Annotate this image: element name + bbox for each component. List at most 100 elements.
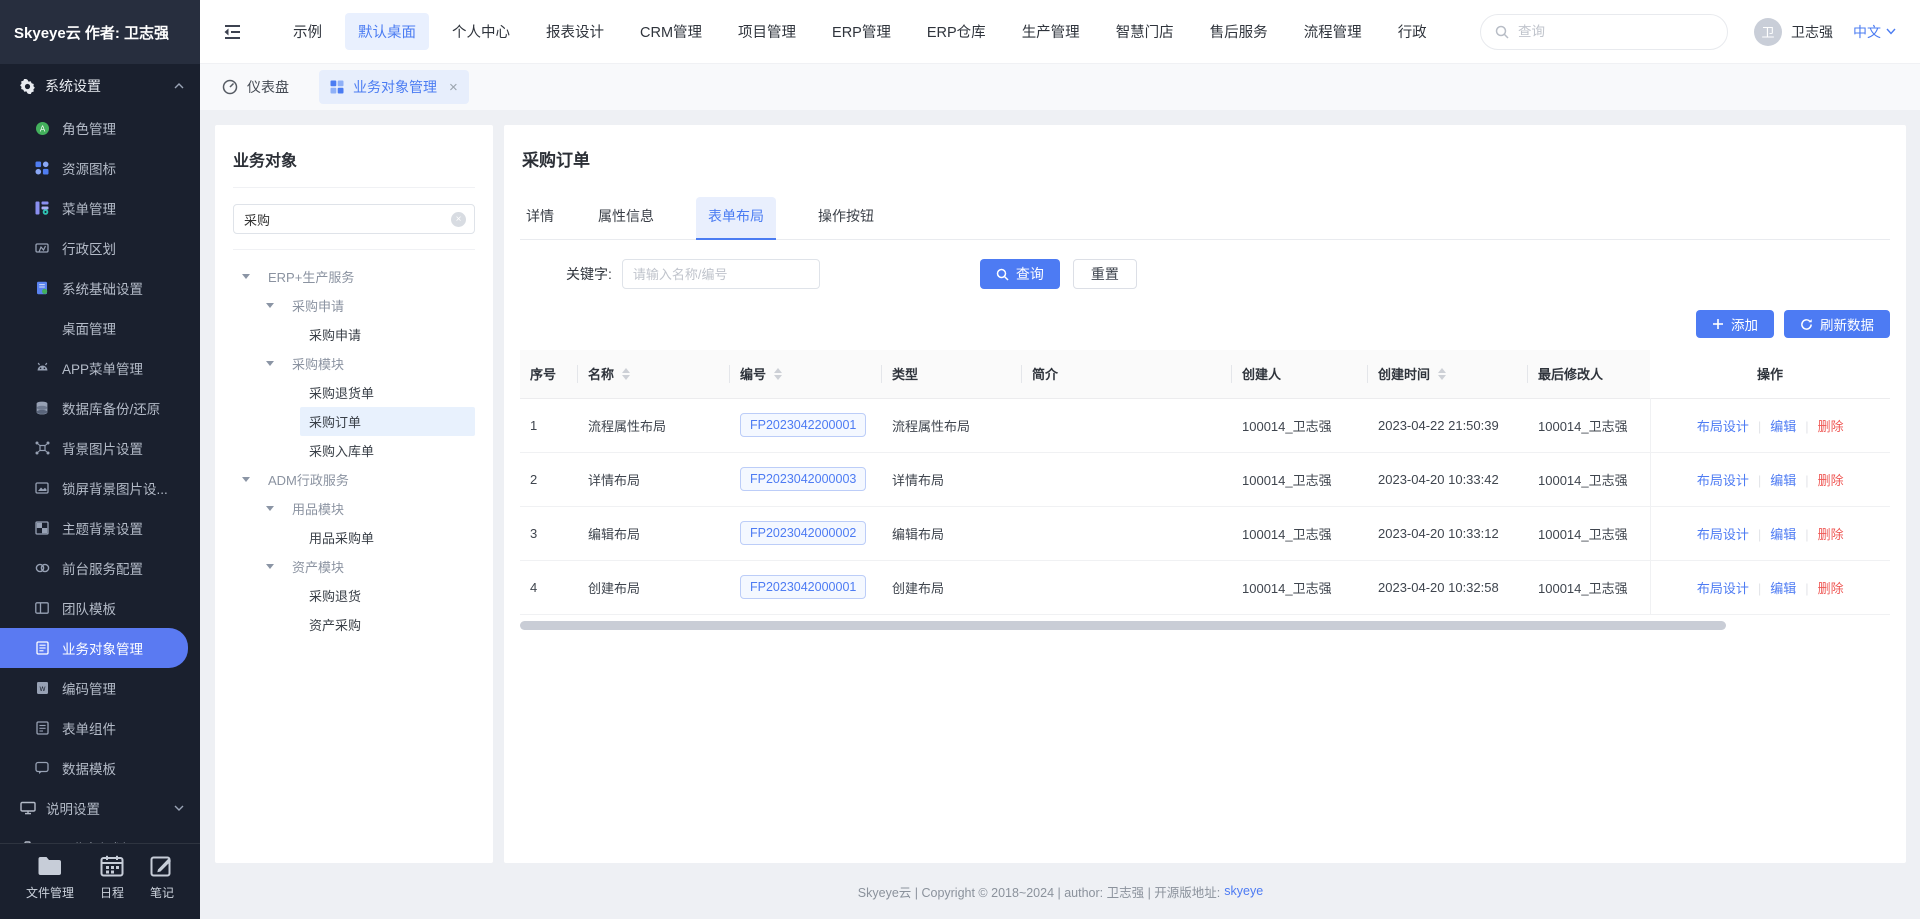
nav-item-crm[interactable]: CRM管理 <box>627 13 715 50</box>
nav-item-personal-center[interactable]: 个人中心 <box>439 13 523 50</box>
sidebar-item-data-template[interactable]: 数据模板 <box>0 748 200 788</box>
tree-node[interactable]: 采购退货 <box>233 581 475 610</box>
nav-item-erp-warehouse[interactable]: ERP仓库 <box>914 13 999 50</box>
search-button[interactable]: 查询 <box>980 259 1060 289</box>
nav-item-administration[interactable]: 行政 <box>1385 13 1440 50</box>
caret-down-icon[interactable] <box>266 361 274 366</box>
sidebar-item-resource-icons[interactable]: 资源图标 <box>0 148 200 188</box>
tree-node[interactable]: ADM行政服务 <box>233 465 475 494</box>
page-content: 业务对象 × ERP+生产服务 采购申请 采购申请 采购模块 采购退货单 采购订… <box>200 110 1920 919</box>
sidebar-item-role-manage[interactable]: A 角色管理 <box>0 108 200 148</box>
sidebar-item-db-backup[interactable]: 数据库备份/还原 <box>0 388 200 428</box>
tree-node[interactable]: 资产采购 <box>233 610 475 639</box>
nav-item-workflow[interactable]: 流程管理 <box>1291 13 1375 50</box>
delete-link[interactable]: 删除 <box>1818 581 1844 596</box>
nav-item-example[interactable]: 示例 <box>280 13 335 50</box>
col-code[interactable]: 编号 <box>730 350 882 398</box>
nav-item-erp[interactable]: ERP管理 <box>819 13 904 50</box>
language-switcher[interactable]: 中文 <box>1853 22 1896 42</box>
tab-business-object-manage[interactable]: 业务对象管理 × <box>319 70 469 104</box>
tab-form-layout[interactable]: 表单布局 <box>696 197 776 239</box>
sidebar-item-code-manage[interactable]: w 编码管理 <box>0 668 200 708</box>
nav-item-after-sales[interactable]: 售后服务 <box>1197 13 1281 50</box>
nav-item-smart-store[interactable]: 智慧门店 <box>1103 13 1187 50</box>
sidebar-group-project-business-plan[interactable]: 项目业务规划 <box>0 828 200 843</box>
nav-item-project[interactable]: 项目管理 <box>725 13 809 50</box>
tree-node[interactable]: 用品模块 <box>233 494 475 523</box>
add-button[interactable]: 添加 <box>1696 310 1774 338</box>
sidebar-item-lockscreen-image[interactable]: 锁屏背景图片设... <box>0 468 200 508</box>
edit-link[interactable]: 编辑 <box>1770 419 1796 434</box>
delete-link[interactable]: 删除 <box>1818 473 1844 488</box>
nav-item-default-desktop[interactable]: 默认桌面 <box>345 13 429 50</box>
tree-node[interactable]: 采购模块 <box>233 349 475 378</box>
sidebar-item-frontend-config[interactable]: 前台服务配置 <box>0 548 200 588</box>
tab-dashboard[interactable]: 仪表盘 <box>222 77 289 97</box>
col-actions: 操作 <box>1650 350 1890 398</box>
reset-button[interactable]: 重置 <box>1073 259 1137 289</box>
nav-item-report-design[interactable]: 报表设计 <box>533 13 617 50</box>
sidebar-item-system-base-settings[interactable]: 系统基础设置 <box>0 268 200 308</box>
sidebar-item-menu-manage[interactable]: 菜单管理 <box>0 188 200 228</box>
sidebar-group-description-settings[interactable]: 说明设置 <box>0 788 200 828</box>
layout-design-link[interactable]: 布局设计 <box>1697 473 1749 488</box>
sort-icon[interactable] <box>622 368 630 380</box>
tree-node[interactable]: 采购退货单 <box>233 378 475 407</box>
clear-search-icon[interactable]: × <box>451 212 466 227</box>
scrollbar-thumb[interactable] <box>520 621 1726 630</box>
dashboard-icon <box>222 79 238 95</box>
dock-item-file-manage[interactable]: 文件管理 <box>26 855 74 901</box>
user-menu[interactable]: 卫 卫志强 <box>1754 18 1833 46</box>
sidebar-item-team-template[interactable]: 团队模板 <box>0 588 200 628</box>
delete-link[interactable]: 删除 <box>1818 419 1844 434</box>
refresh-button[interactable]: 刷新数据 <box>1784 310 1890 338</box>
sort-icon[interactable] <box>1438 368 1446 380</box>
layout-design-link[interactable]: 布局设计 <box>1697 527 1749 542</box>
tab-attribute-info[interactable]: 属性信息 <box>596 197 656 239</box>
layout-design-link[interactable]: 布局设计 <box>1697 419 1749 434</box>
dock-item-schedule[interactable]: 日程 <box>100 855 124 901</box>
caret-down-icon[interactable] <box>266 303 274 308</box>
delete-link[interactable]: 删除 <box>1818 527 1844 542</box>
caret-down-icon[interactable] <box>242 274 250 279</box>
tree-search-box: × <box>233 204 475 250</box>
sidebar-group-system-settings[interactable]: 系统设置 <box>0 64 200 108</box>
skyeye-link[interactable]: skyeye <box>1224 884 1263 898</box>
tree-node[interactable]: 用品采购单 <box>233 523 475 552</box>
col-created-at[interactable]: 创建时间 <box>1368 350 1528 398</box>
business-object-panel: 业务对象 × ERP+生产服务 采购申请 采购申请 采购模块 采购退货单 采购订… <box>215 125 493 863</box>
tree-node-selected[interactable]: 采购订单 <box>233 407 475 436</box>
sidebar-collapse-icon[interactable] <box>222 23 242 41</box>
tree-node[interactable]: 采购申请 <box>233 291 475 320</box>
role-icon: A <box>34 120 50 136</box>
background-image-icon <box>34 440 50 456</box>
tree-node[interactable]: 资产模块 <box>233 552 475 581</box>
sidebar-item-background-image[interactable]: 背景图片设置 <box>0 428 200 468</box>
col-name[interactable]: 名称 <box>578 350 730 398</box>
sidebar-item-region[interactable]: 行政区划 <box>0 228 200 268</box>
global-search-input[interactable] <box>1518 24 1713 39</box>
sidebar-item-app-menu[interactable]: APP菜单管理 <box>0 348 200 388</box>
sort-icon[interactable] <box>774 368 782 380</box>
sidebar-item-form-component[interactable]: 表单组件 <box>0 708 200 748</box>
sidebar-item-desktop-manage[interactable]: 桌面管理 <box>0 308 200 348</box>
edit-link[interactable]: 编辑 <box>1770 581 1796 596</box>
layout-design-link[interactable]: 布局设计 <box>1697 581 1749 596</box>
tab-detail[interactable]: 详情 <box>524 197 556 239</box>
tree-node[interactable]: 采购申请 <box>233 320 475 349</box>
nav-item-production[interactable]: 生产管理 <box>1009 13 1093 50</box>
caret-down-icon[interactable] <box>242 477 250 482</box>
tree-node[interactable]: ERP+生产服务 <box>233 262 475 291</box>
keyword-input[interactable] <box>622 259 820 289</box>
edit-link[interactable]: 编辑 <box>1770 527 1796 542</box>
dock-item-notes[interactable]: 笔记 <box>150 855 174 901</box>
sidebar-item-theme-background[interactable]: 主题背景设置 <box>0 508 200 548</box>
edit-link[interactable]: 编辑 <box>1770 473 1796 488</box>
tab-action-buttons[interactable]: 操作按钮 <box>816 197 876 239</box>
sidebar-item-business-object-manage[interactable]: 业务对象管理 <box>0 628 188 668</box>
caret-down-icon[interactable] <box>266 506 274 511</box>
tree-node[interactable]: 采购入库单 <box>233 436 475 465</box>
caret-down-icon[interactable] <box>266 564 274 569</box>
close-tab-icon[interactable]: × <box>449 79 458 96</box>
tree-search-input[interactable] <box>233 204 475 234</box>
